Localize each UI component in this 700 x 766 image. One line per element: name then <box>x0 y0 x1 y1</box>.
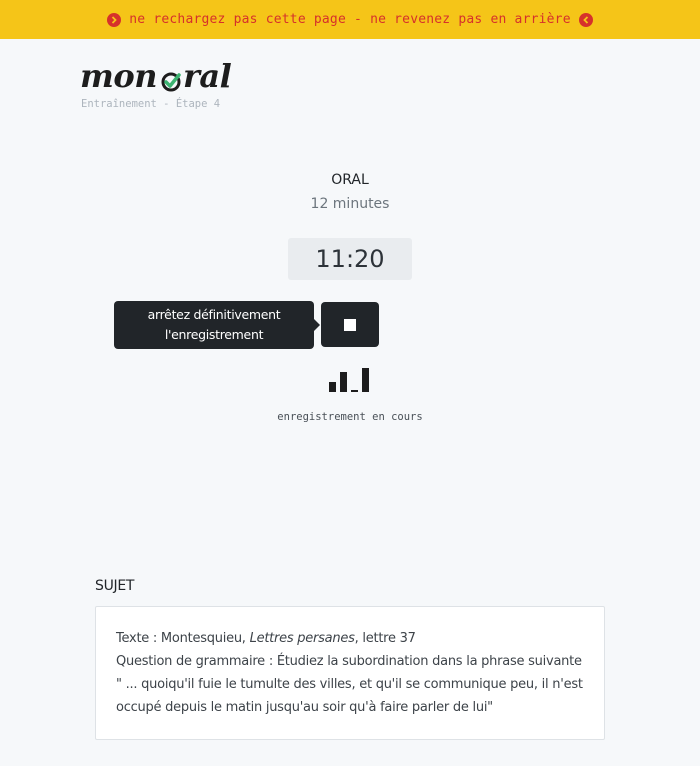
tooltip-line-2: l'enregistrement <box>164 327 264 342</box>
stop-recording-button[interactable] <box>321 302 379 347</box>
step-subtitle: Entraînement - Étape 4 <box>81 98 221 110</box>
sujet-question: Question de grammaire : Étudiez la subor… <box>116 654 583 715</box>
exam-title: ORAL <box>331 172 369 188</box>
tooltip-line-1: arrêtez définitivement <box>147 307 281 322</box>
sujet-text-line: Texte : Montesquieu, Lettres persanes, l… <box>116 627 584 650</box>
exam-duration: 12 minutes <box>310 196 390 212</box>
sujet-text-prefix: Texte : Montesquieu, <box>116 631 250 646</box>
countdown-timer: 11:20 <box>288 238 412 280</box>
sujet-text-work: Lettres persanes <box>249 631 355 646</box>
audio-level-bars-icon <box>329 368 369 392</box>
tooltip-arrow <box>314 319 320 331</box>
green-check-icon <box>160 65 182 92</box>
stop-tooltip: arrêtez définitivement l'enregistrement <box>114 301 314 349</box>
logo-suffix: ral <box>182 57 232 95</box>
stop-square-icon <box>344 318 356 331</box>
recording-status: enregistrement en cours <box>277 411 423 423</box>
logo[interactable]: mon ral <box>80 57 232 95</box>
warning-text: ne rechargez pas cette page - ne revenez… <box>129 12 571 27</box>
sujet-box: Texte : Montesquieu, Lettres persanes, l… <box>95 606 605 740</box>
warning-banner: ne rechargez pas cette page - ne revenez… <box>0 0 700 39</box>
chevron-circle-right-icon <box>107 12 122 27</box>
sujet-heading: SUJET <box>95 578 135 594</box>
sujet-text-suffix: , lettre 37 <box>354 631 416 646</box>
chevron-circle-left-icon <box>578 12 593 27</box>
logo-prefix: mon <box>80 57 157 95</box>
